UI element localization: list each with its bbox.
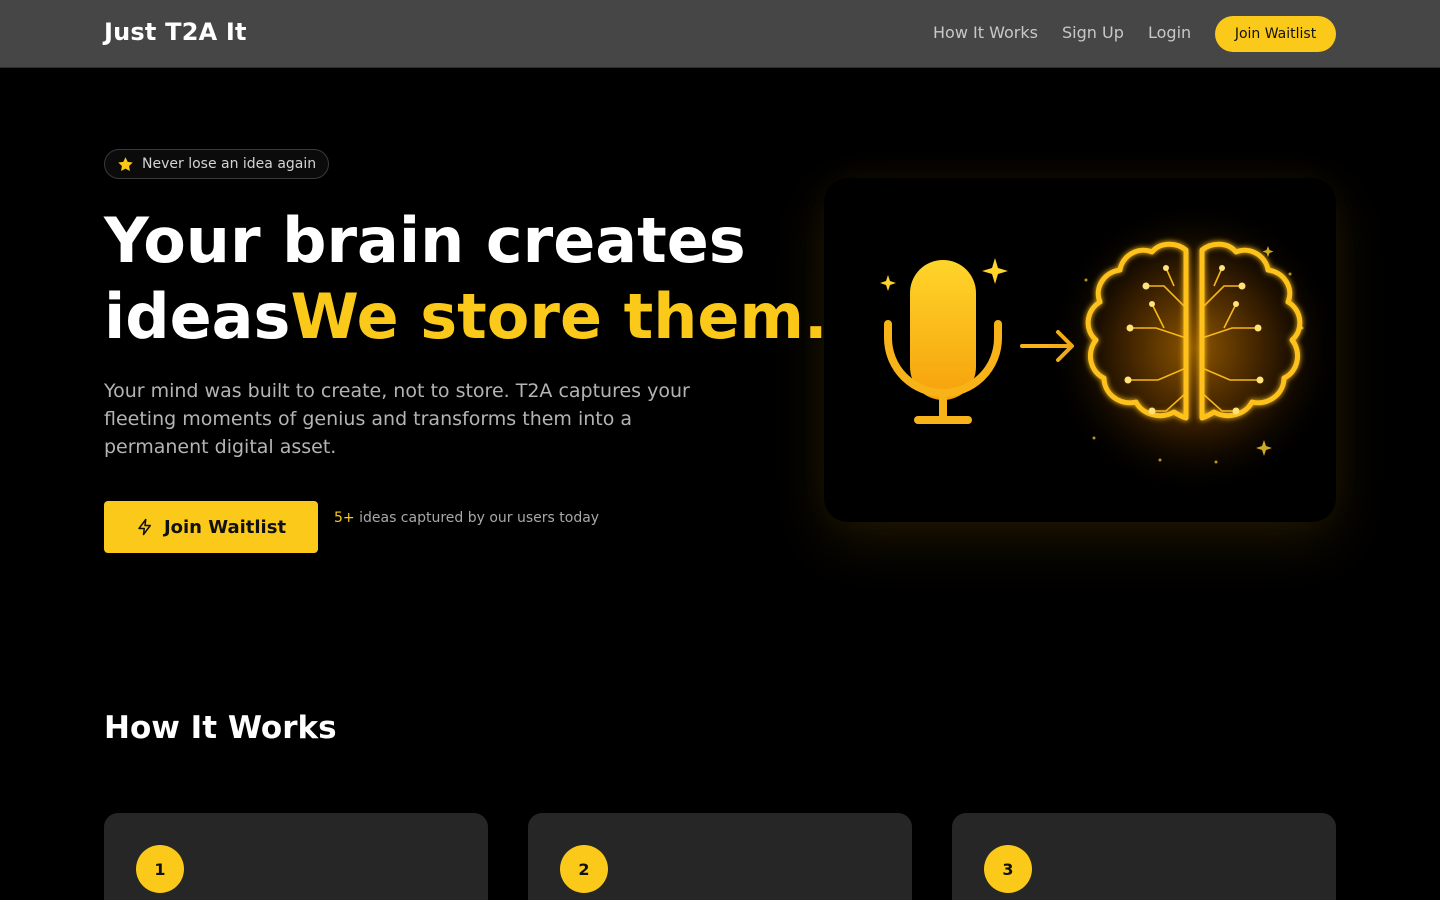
hero-illustration: [824, 178, 1336, 522]
step-card-3: 3: [952, 813, 1336, 900]
nav-link-sign-up[interactable]: Sign Up: [1062, 23, 1124, 42]
stat-number: 5+: [334, 510, 355, 526]
ideas-captured-stat: 5+ ideas captured by our users today: [334, 510, 599, 526]
stat-text: ideas captured by our users today: [359, 510, 600, 526]
brain-circuit-icon: [1044, 198, 1336, 498]
headline-accent: We store them.: [290, 280, 828, 353]
step-card-2: 2: [528, 813, 912, 900]
microphone-icon: [880, 258, 1008, 424]
how-it-works-title: How It Works: [104, 710, 337, 746]
star-icon: [118, 156, 133, 171]
hero-subtext: Your mind was built to create, not to st…: [104, 380, 690, 458]
brand-logo[interactable]: Just T2A It: [104, 18, 247, 46]
mic-to-brain-illustration: [880, 198, 1336, 498]
step-number-badge: 1: [136, 845, 184, 893]
top-navbar: Just T2A It How It Works Sign Up Login J…: [0, 0, 1440, 68]
headline-line-1: Your brain creates: [104, 204, 746, 277]
nav-link-how-it-works[interactable]: How It Works: [933, 23, 1038, 42]
hero-join-waitlist-button[interactable]: Join Waitlist: [104, 501, 318, 553]
nav-join-waitlist-button[interactable]: Join Waitlist: [1215, 16, 1336, 52]
lightning-icon: [138, 518, 151, 536]
hero-headline: Your brain creates ideasWe store them.: [104, 203, 828, 355]
step-number-badge: 3: [984, 845, 1032, 893]
headline-line-2: ideas: [104, 280, 291, 353]
hero-badge-text: Never lose an idea again: [142, 156, 317, 172]
nav-link-login[interactable]: Login: [1148, 23, 1191, 42]
hero-badge: Never lose an idea again: [104, 149, 330, 179]
step-number-badge: 2: [560, 845, 608, 893]
step-card-1: 1: [104, 813, 488, 900]
hero-cta-label: Join Waitlist: [163, 516, 287, 538]
